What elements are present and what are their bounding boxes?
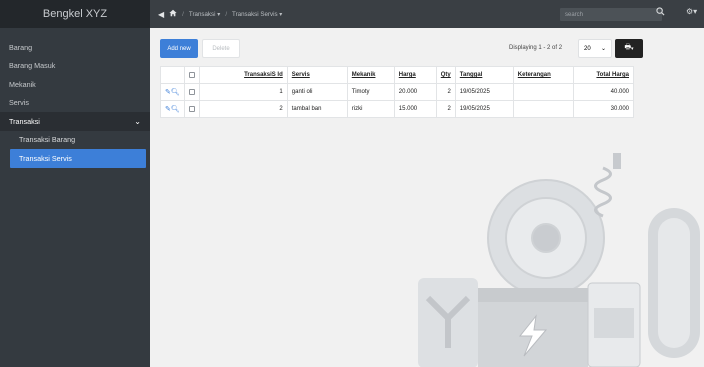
- data-table: TransaksiS Id Servis Mekanik Harga Qty T…: [160, 66, 635, 118]
- print-icon: 🖶: [624, 44, 632, 51]
- column-header[interactable]: Keterangan: [512, 66, 574, 84]
- select-all-checkbox[interactable]: [188, 71, 195, 78]
- row-select: [183, 83, 200, 101]
- toolbar: Add new Delete Displaying 1 - 2 of 2 20 …: [160, 39, 695, 59]
- page-size-value: 20: [584, 45, 591, 52]
- breadcrumb-transaksi[interactable]: Transaksi ▾: [189, 11, 220, 18]
- table-cell: 40.000: [572, 83, 635, 101]
- breadcrumb-label: Transaksi: [188, 10, 216, 18]
- breadcrumb-separator: /: [225, 10, 228, 18]
- row-select: [183, 100, 200, 118]
- sidebar-item-barang-masuk[interactable]: Barang Masuk: [0, 57, 150, 76]
- table-header-row: TransaksiS Id Servis Mekanik Harga Qty T…: [160, 66, 635, 84]
- search-icon[interactable]: [656, 7, 665, 16]
- home-icon[interactable]: [169, 9, 177, 19]
- table-cell: Timoty: [346, 83, 395, 101]
- table-cell: [512, 100, 574, 118]
- sidebar-item-label: Transaksi: [9, 116, 40, 126]
- sidebar: Bengkel XYZ Barang Barang Masuk Mekanik …: [0, 0, 150, 367]
- breadcrumb: ◀ / Transaksi ▾ / Transaksi Servis ▾: [150, 9, 282, 19]
- workshop-illustration: [418, 153, 700, 367]
- sidebar-item-transaksi[interactable]: Transaksi ⌄: [0, 112, 150, 131]
- column-header[interactable]: Mekanik: [346, 66, 395, 84]
- sidebar-item-barang[interactable]: Barang: [0, 38, 150, 57]
- magnifier-icon[interactable]: 🔍︎: [171, 106, 180, 113]
- breadcrumb-transaksi-servis[interactable]: Transaksi Servis ▾: [232, 11, 282, 18]
- chevron-down-icon: ⌄: [600, 46, 606, 52]
- sidebar-item-transaksi-servis[interactable]: Transaksi Servis: [10, 149, 146, 168]
- add-new-button[interactable]: Add new: [160, 39, 198, 58]
- table-cell: 2: [435, 100, 456, 118]
- column-header[interactable]: Tanggal: [454, 66, 514, 84]
- app-title[interactable]: Bengkel XYZ: [0, 0, 150, 28]
- table-cell: 2: [435, 83, 456, 101]
- delete-button[interactable]: Delete: [202, 39, 240, 58]
- column-header[interactable]: Total Harga: [572, 66, 635, 84]
- paging-info: Displaying 1 - 2 of 2: [509, 45, 563, 51]
- table-cell: tambal ban: [286, 100, 348, 118]
- magnifier-icon[interactable]: 🔍︎: [171, 89, 180, 96]
- row-actions: ✎🔍︎: [160, 83, 185, 101]
- row-checkbox[interactable]: [188, 88, 195, 95]
- row-checkbox[interactable]: [188, 105, 195, 112]
- sidebar-toggle-icon[interactable]: ◀: [158, 10, 164, 19]
- main-content: Add new Delete Displaying 1 - 2 of 2 20 …: [150, 28, 704, 367]
- sidebar-menu: Barang Barang Masuk Mekanik Servis Trans…: [0, 28, 150, 168]
- breadcrumb-separator: /: [182, 10, 184, 18]
- export-button[interactable]: 🖶 ▾: [615, 39, 643, 58]
- table-cell: ganti oli: [286, 83, 348, 101]
- actions-header: [160, 66, 185, 84]
- column-header[interactable]: Qty: [435, 66, 456, 84]
- table-row[interactable]: ✎🔍︎ 1 ganti oli Timoty 20.000 2 19/05/20…: [160, 83, 635, 101]
- table-cell: 30.000: [572, 100, 635, 118]
- table-cell: rizki: [346, 100, 395, 118]
- breadcrumb-label: Transaksi Servis: [232, 10, 278, 18]
- chevron-down-icon: ▾: [631, 45, 634, 52]
- sidebar-submenu: Transaksi Barang Transaksi Servis: [0, 131, 150, 168]
- column-header[interactable]: TransaksiS Id: [198, 66, 288, 84]
- table-cell: [512, 83, 574, 101]
- sidebar-item-servis[interactable]: Servis: [0, 94, 150, 113]
- table-cell: 19/05/2025: [454, 83, 514, 101]
- table-cell: 15.000: [393, 100, 437, 118]
- top-navbar: ◀ / Transaksi ▾ / Transaksi Servis ▾ sea…: [150, 0, 704, 28]
- table-cell: 20.000: [393, 83, 437, 101]
- table-cell: 1: [198, 83, 288, 101]
- sidebar-item-transaksi-barang[interactable]: Transaksi Barang: [0, 131, 150, 150]
- gear-icon[interactable]: ⚙▾: [686, 7, 697, 16]
- select-all-header: [183, 66, 200, 84]
- search-input[interactable]: search: [560, 8, 662, 21]
- table-cell: 2: [198, 100, 288, 118]
- table-cell: 19/05/2025: [454, 100, 514, 118]
- page-size-select[interactable]: 20 ⌄: [578, 39, 612, 58]
- row-actions: ✎🔍︎: [160, 100, 185, 118]
- chevron-down-icon: ⌄: [134, 116, 141, 126]
- sidebar-item-mekanik[interactable]: Mekanik: [0, 75, 150, 94]
- table-row[interactable]: ✎🔍︎ 2 tambal ban rizki 15.000 2 19/05/20…: [160, 100, 635, 118]
- column-header[interactable]: Servis: [286, 66, 348, 84]
- column-header[interactable]: Harga: [393, 66, 437, 84]
